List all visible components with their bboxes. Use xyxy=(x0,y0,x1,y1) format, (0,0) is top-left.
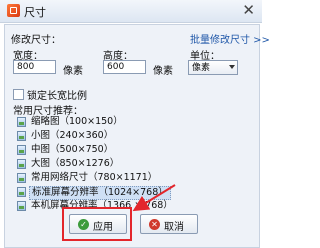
image-icon xyxy=(17,145,26,155)
section-label: 修改尺寸： xyxy=(11,35,61,46)
checkmark-icon: ✓ xyxy=(78,219,89,230)
preset-item[interactable]: 本机屏幕分辨率（1366 × 768） xyxy=(17,200,257,212)
app-icon xyxy=(7,4,20,17)
image-icon xyxy=(17,187,26,197)
presets-title: 常用尺寸推荐： xyxy=(13,106,83,117)
width-input[interactable]: 800 xyxy=(13,60,56,74)
title-bar: 尺寸 ✕ xyxy=(0,0,262,23)
image-icon xyxy=(17,173,26,183)
image-icon xyxy=(17,131,26,141)
image-icon xyxy=(17,117,26,127)
dialog-body: 修改尺寸： 批量修改尺寸 >> 宽度： 800 像素 高度： 600 像素 单位… xyxy=(4,24,270,248)
unit-select-value: 像素 xyxy=(192,63,211,73)
unit-select[interactable]: 像素 xyxy=(188,60,238,75)
window-title: 尺寸 xyxy=(24,6,46,19)
cancel-button-label: 取消 xyxy=(164,222,184,233)
preset-item[interactable]: 小图（240×360） xyxy=(17,130,257,142)
preset-item-label: 缩略图（100×150） xyxy=(31,116,123,127)
preset-item[interactable]: 大图（850×1276） xyxy=(17,158,257,170)
width-unit-label: 像素 xyxy=(63,66,83,77)
image-icon xyxy=(17,159,26,169)
preset-item-selected[interactable]: 标准屏幕分辨率（1024×768） xyxy=(17,186,257,200)
image-icon xyxy=(17,201,26,211)
preset-item-label: 标准屏幕分辨率（1024×768） xyxy=(29,186,171,200)
preset-item-label: 常用网络尺寸（780×1171） xyxy=(31,172,158,183)
height-input[interactable]: 600 xyxy=(103,60,146,74)
apply-button-label: 应用 xyxy=(93,222,113,233)
preset-item-label: 小图（240×360） xyxy=(31,130,114,141)
preset-item[interactable]: 缩略图（100×150） xyxy=(17,116,257,128)
preset-item-label: 大图（850×1276） xyxy=(31,158,120,169)
preset-item-label: 中图（500×750） xyxy=(31,144,114,155)
apply-button[interactable]: ✓ 应用 xyxy=(69,214,127,234)
preset-item[interactable]: 中图（500×750） xyxy=(17,144,257,156)
height-unit-label: 像素 xyxy=(153,66,173,77)
chevron-down-icon xyxy=(229,65,235,69)
preset-item[interactable]: 常用网络尺寸（780×1171） xyxy=(17,172,257,184)
cancel-button[interactable]: ✕ 取消 xyxy=(140,214,198,234)
lock-ratio-label: 锁定长宽比例 xyxy=(27,91,87,102)
lock-ratio-checkbox[interactable] xyxy=(13,89,24,100)
batch-resize-link[interactable]: 批量修改尺寸 >> xyxy=(190,31,270,46)
cancel-icon: ✕ xyxy=(149,219,160,230)
close-icon[interactable]: ✕ xyxy=(242,1,255,19)
